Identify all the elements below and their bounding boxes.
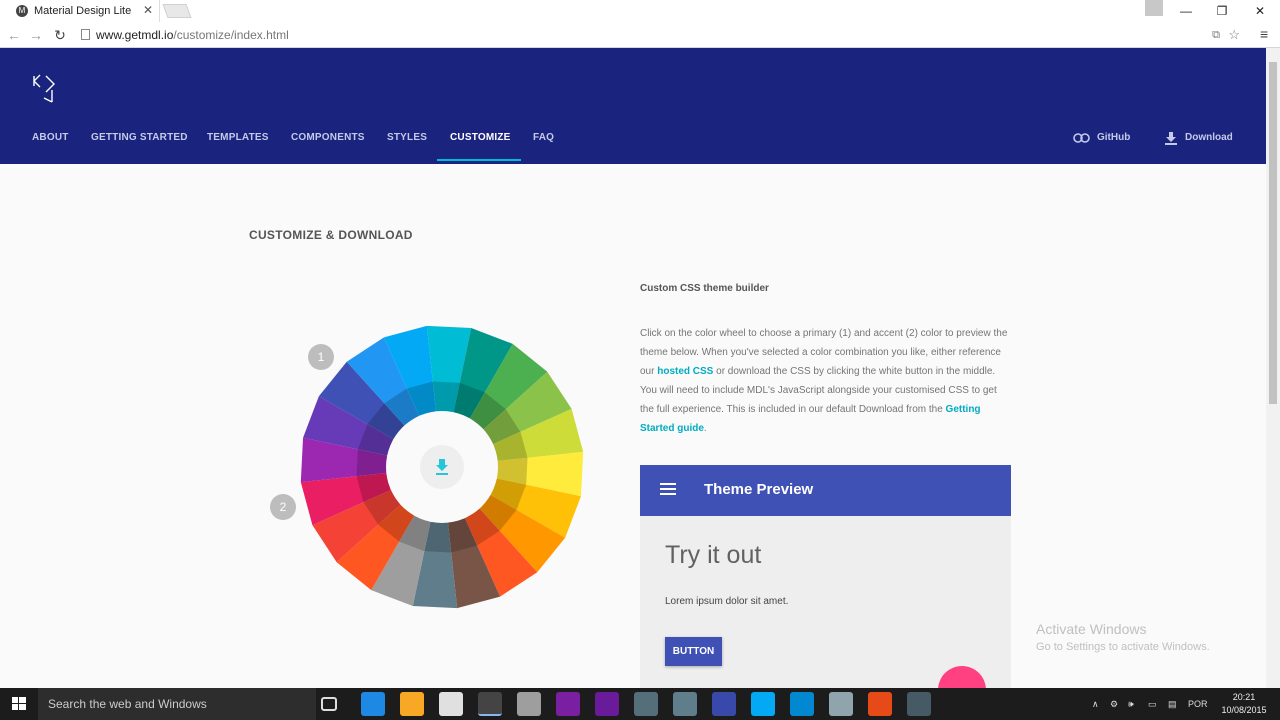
main-content: CUSTOMIZE & DOWNLOAD 1 2 Custom CSS them… <box>0 164 1266 688</box>
browser-toolbar: ← → ↻ www.getmdl.io/customize/index.html… <box>0 22 1280 48</box>
download-icon <box>1165 132 1177 145</box>
nav-customize[interactable]: CUSTOMIZE <box>450 124 511 164</box>
visual-studio-2-icon[interactable] <box>595 692 619 716</box>
section-title: CUSTOMIZE & DOWNLOAD <box>249 228 413 242</box>
windows-taskbar: Search the web and Windows ∧ ⚙ 🕪 ▭ ▤ POR… <box>0 688 1280 720</box>
hosted-css-link[interactable]: hosted CSS <box>657 366 713 377</box>
app-7-icon[interactable] <box>907 692 931 716</box>
app-icon[interactable] <box>517 692 541 716</box>
display-tray-icon[interactable]: ▭ <box>1148 688 1157 720</box>
color-wheel[interactable] <box>296 322 588 612</box>
scrollbar-thumb[interactable] <box>1269 62 1277 404</box>
site-header: ABOUT GETTING STARTED TEMPLATES COMPONEN… <box>0 48 1266 164</box>
bookmark-star-icon[interactable]: ☆ <box>1228 24 1240 46</box>
theme-preview: Theme Preview Try it out Lorem ipsum dol… <box>640 465 1011 688</box>
nav-styles[interactable]: STYLES <box>387 124 427 164</box>
browser-tab[interactable]: M Material Design Lite ✕ <box>8 0 160 22</box>
taskbar-clock[interactable]: 20:21 10/08/2015 <box>1214 691 1274 717</box>
page-icon <box>81 29 90 40</box>
mdl-logo-icon[interactable] <box>30 72 62 104</box>
mdl-favicon-icon: M <box>16 5 28 17</box>
hamburger-menu-icon[interactable] <box>660 483 676 495</box>
minimize-button[interactable]: — <box>1168 0 1204 22</box>
reload-icon[interactable]: ↻ <box>50 25 70 45</box>
app-3-icon[interactable] <box>673 692 697 716</box>
builder-description: Click on the color wheel to choose a pri… <box>640 324 1012 438</box>
new-tab-button[interactable] <box>162 4 192 18</box>
skype-icon[interactable] <box>751 692 775 716</box>
preview-app-bar: Theme Preview <box>640 465 1011 516</box>
github-label: GitHub <box>1097 132 1131 143</box>
browser-tab-strip: M Material Design Lite ✕ — ❐ ✕ <box>0 0 1280 22</box>
link-icon <box>1073 133 1090 143</box>
store-icon[interactable] <box>439 692 463 716</box>
taskbar-search-box[interactable]: Search the web and Windows <box>38 688 316 720</box>
powerpoint-icon[interactable] <box>868 692 892 716</box>
browser-menu-icon[interactable]: ≡ <box>1260 26 1274 42</box>
nav-components[interactable]: COMPONENTS <box>291 124 365 164</box>
translate-icon[interactable]: ⧉ <box>1212 24 1220 46</box>
nav-faq[interactable]: FAQ <box>533 124 554 164</box>
page-scrollbar[interactable] <box>1266 48 1280 688</box>
tray-chevron-icon[interactable]: ∧ <box>1092 688 1099 720</box>
windows-start-icon[interactable] <box>0 688 38 720</box>
app-4-icon[interactable] <box>712 692 736 716</box>
app-5-icon[interactable] <box>790 692 814 716</box>
clock-date: 10/08/2015 <box>1221 705 1267 715</box>
preview-text: Lorem ipsum dolor sit amet. <box>665 596 789 607</box>
user-profile-icon[interactable] <box>1145 0 1163 16</box>
volume-tray-icon[interactable]: 🕪 <box>1128 688 1134 720</box>
address-bar[interactable]: www.getmdl.io/customize/index.html ⧉ ☆ <box>76 24 1256 46</box>
activate-windows-title: Activate Windows <box>1036 621 1147 637</box>
url-path: /customize/index.html <box>173 28 289 42</box>
file-explorer-icon[interactable] <box>400 692 424 716</box>
preview-heading: Try it out <box>665 541 762 569</box>
nav-getting-started[interactable]: GETTING STARTED <box>91 124 188 164</box>
restore-button[interactable]: ❐ <box>1204 0 1240 22</box>
desc-text-3: . <box>703 423 707 434</box>
app-2-icon[interactable] <box>634 692 658 716</box>
activate-windows-subtitle: Go to Settings to activate Windows. <box>1036 641 1210 653</box>
network-tray-icon[interactable]: ⚙ <box>1110 688 1118 720</box>
preview-fab[interactable] <box>938 666 986 688</box>
visual-studio-icon[interactable] <box>556 692 580 716</box>
preview-title: Theme Preview <box>704 481 814 498</box>
notifications-tray-icon[interactable]: ▤ <box>1168 688 1177 720</box>
builder-title: Custom CSS theme builder <box>640 283 769 294</box>
clock-time: 20:21 <box>1232 692 1256 702</box>
task-view-icon[interactable] <box>321 697 337 711</box>
back-icon[interactable]: ← <box>4 25 24 45</box>
tab-close-icon[interactable]: ✕ <box>143 3 153 17</box>
nav-about[interactable]: ABOUT <box>32 124 69 164</box>
download-link[interactable]: Download <box>1164 124 1233 152</box>
preview-button[interactable]: BUTTON <box>665 637 722 666</box>
chrome-icon[interactable] <box>478 692 502 716</box>
nav-templates[interactable]: TEMPLATES <box>207 124 269 164</box>
accent-marker: 2 <box>270 494 296 520</box>
edge-icon[interactable] <box>361 692 385 716</box>
active-tab-indicator <box>437 159 521 161</box>
forward-icon[interactable]: → <box>26 25 46 45</box>
github-link[interactable]: GitHub <box>1073 124 1130 152</box>
close-window-button[interactable]: ✕ <box>1242 0 1278 22</box>
url-host: www.getmdl.io <box>96 28 174 42</box>
download-label: Download <box>1185 132 1233 143</box>
language-indicator[interactable]: POR <box>1188 688 1208 720</box>
app-6-icon[interactable] <box>829 692 853 716</box>
primary-marker: 1 <box>308 344 334 370</box>
tab-title: Material Design Lite <box>34 5 132 17</box>
